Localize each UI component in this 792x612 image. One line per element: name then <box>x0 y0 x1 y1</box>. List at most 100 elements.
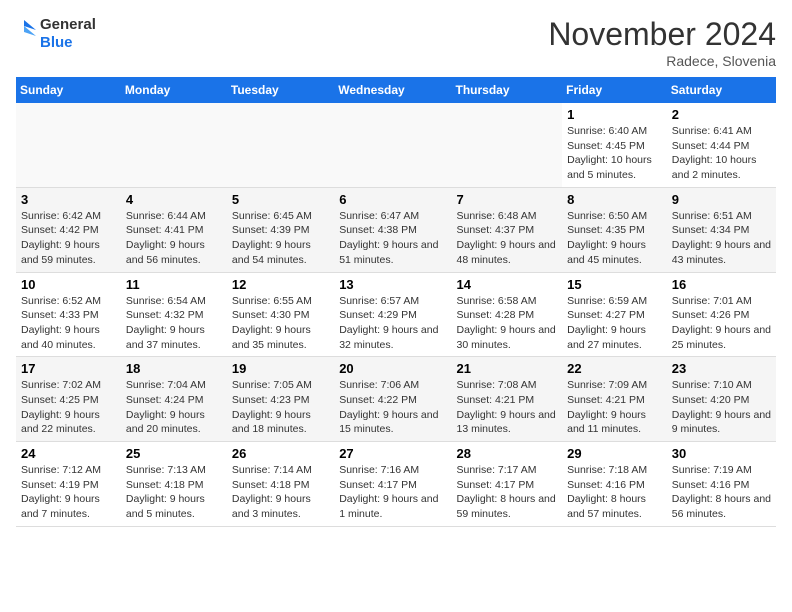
page-header: General Blue November 2024 Radece, Slove… <box>16 16 776 69</box>
day-number: 30 <box>672 446 771 461</box>
day-info: Sunrise: 7:05 AM Sunset: 4:23 PM Dayligh… <box>232 378 329 437</box>
calendar-cell: 13Sunrise: 6:57 AM Sunset: 4:29 PM Dayli… <box>334 272 451 357</box>
day-number: 24 <box>21 446 116 461</box>
calendar-cell <box>334 103 451 187</box>
calendar-cell: 19Sunrise: 7:05 AM Sunset: 4:23 PM Dayli… <box>227 357 334 442</box>
day-info: Sunrise: 6:58 AM Sunset: 4:28 PM Dayligh… <box>456 294 557 353</box>
day-info: Sunrise: 7:17 AM Sunset: 4:17 PM Dayligh… <box>456 463 557 522</box>
calendar-cell: 8 Sunrise: 6:50 AM Sunset: 4:35 PM Daylig… <box>562 187 667 272</box>
logo-text: General Blue <box>40 16 96 52</box>
calendar-cell: 20 Sunrise: 7:06 AM Sunset: 4:22 PM Dayli… <box>334 357 451 442</box>
day-info: Sunrise: 7:09 AM Sunset: 4:21 PM Dayligh… <box>567 378 662 437</box>
day-info: Sunrise: 7:12 AM Sunset: 4:19 PM Dayligh… <box>21 463 116 522</box>
day-info: Sunrise: 7:14 AM Sunset: 4:18 PM Dayligh… <box>232 463 329 522</box>
day-info: Sunrise: 6:42 AM Sunset: 4:42 PM Dayligh… <box>21 209 116 268</box>
day-info: Sunrise: 6:50 AM Sunset: 4:35 PM Dayligh… <box>567 209 662 268</box>
day-number: 22 <box>567 361 662 376</box>
week-row-3: 10 Sunrise: 6:52 AM Sunset: 4:33 PM Dayli… <box>16 272 776 357</box>
day-info: Sunrise: 7:01 AM Sunset: 4:26 PM Dayligh… <box>672 294 771 353</box>
week-row-1: 1 Sunrise: 6:40 AM Sunset: 4:45 PM Daylig… <box>16 103 776 187</box>
calendar-cell: 17 Sunrise: 7:02 AM Sunset: 4:25 PM Dayli… <box>16 357 121 442</box>
day-number: 1 <box>567 107 662 122</box>
day-info: Sunrise: 6:52 AM Sunset: 4:33 PM Dayligh… <box>21 294 116 353</box>
calendar-table: SundayMondayTuesdayWednesdayThursdayFrid… <box>16 77 776 527</box>
day-info: Sunrise: 7:02 AM Sunset: 4:25 PM Dayligh… <box>21 378 116 437</box>
day-number: 29 <box>567 446 662 461</box>
day-number: 15 <box>567 277 662 292</box>
calendar-cell: 12Sunrise: 6:55 AM Sunset: 4:30 PM Dayli… <box>227 272 334 357</box>
day-info: Sunrise: 6:51 AM Sunset: 4:34 PM Dayligh… <box>672 209 771 268</box>
day-info: Sunrise: 6:57 AM Sunset: 4:29 PM Dayligh… <box>339 294 446 353</box>
day-info: Sunrise: 6:47 AM Sunset: 4:38 PM Dayligh… <box>339 209 446 268</box>
calendar-cell: 27 Sunrise: 7:16 AM Sunset: 4:17 PM Dayli… <box>334 442 451 527</box>
week-row-2: 3Sunrise: 6:42 AM Sunset: 4:42 PM Daylig… <box>16 187 776 272</box>
location: Radece, Slovenia <box>548 53 776 69</box>
day-info: Sunrise: 7:18 AM Sunset: 4:16 PM Dayligh… <box>567 463 662 522</box>
day-info: Sunrise: 7:16 AM Sunset: 4:17 PM Dayligh… <box>339 463 446 522</box>
day-number: 11 <box>126 277 222 292</box>
weekday-header-saturday: Saturday <box>667 77 776 103</box>
day-number: 27 <box>339 446 446 461</box>
calendar-cell: 15 Sunrise: 6:59 AM Sunset: 4:27 PM Dayli… <box>562 272 667 357</box>
month-title: November 2024 <box>548 16 776 53</box>
day-info: Sunrise: 6:55 AM Sunset: 4:30 PM Dayligh… <box>232 294 329 353</box>
calendar-cell <box>227 103 334 187</box>
day-number: 10 <box>21 277 116 292</box>
day-number: 16 <box>672 277 771 292</box>
weekday-header-wednesday: Wednesday <box>334 77 451 103</box>
day-info: Sunrise: 6:45 AM Sunset: 4:39 PM Dayligh… <box>232 209 329 268</box>
day-info: Sunrise: 6:44 AM Sunset: 4:41 PM Dayligh… <box>126 209 222 268</box>
day-number: 28 <box>456 446 557 461</box>
logo-wrapper: General Blue <box>16 16 96 52</box>
day-info: Sunrise: 7:10 AM Sunset: 4:20 PM Dayligh… <box>672 378 771 437</box>
day-info: Sunrise: 6:40 AM Sunset: 4:45 PM Dayligh… <box>567 124 662 183</box>
calendar-cell: 30Sunrise: 7:19 AM Sunset: 4:16 PM Dayli… <box>667 442 776 527</box>
calendar-cell: 28 Sunrise: 7:17 AM Sunset: 4:17 PM Dayli… <box>451 442 562 527</box>
weekday-header-sunday: Sunday <box>16 77 121 103</box>
day-info: Sunrise: 6:54 AM Sunset: 4:32 PM Dayligh… <box>126 294 222 353</box>
calendar-cell: 29 Sunrise: 7:18 AM Sunset: 4:16 PM Dayli… <box>562 442 667 527</box>
day-info: Sunrise: 6:41 AM Sunset: 4:44 PM Dayligh… <box>672 124 771 183</box>
week-row-4: 17 Sunrise: 7:02 AM Sunset: 4:25 PM Dayli… <box>16 357 776 442</box>
day-info: Sunrise: 6:59 AM Sunset: 4:27 PM Dayligh… <box>567 294 662 353</box>
calendar-cell: 23 Sunrise: 7:10 AM Sunset: 4:20 PM Dayli… <box>667 357 776 442</box>
calendar-cell <box>16 103 121 187</box>
day-number: 20 <box>339 361 446 376</box>
day-info: Sunrise: 7:13 AM Sunset: 4:18 PM Dayligh… <box>126 463 222 522</box>
day-number: 4 <box>126 192 222 207</box>
calendar-cell: 11 Sunrise: 6:54 AM Sunset: 4:32 PM Dayli… <box>121 272 227 357</box>
day-number: 23 <box>672 361 771 376</box>
day-number: 8 <box>567 192 662 207</box>
day-number: 17 <box>21 361 116 376</box>
calendar-cell: 21 Sunrise: 7:08 AM Sunset: 4:21 PM Dayli… <box>451 357 562 442</box>
weekday-header-friday: Friday <box>562 77 667 103</box>
logo-bird-icon <box>16 16 38 52</box>
calendar-cell: 26 Sunrise: 7:14 AM Sunset: 4:18 PM Dayli… <box>227 442 334 527</box>
calendar-cell: 6 Sunrise: 6:47 AM Sunset: 4:38 PM Daylig… <box>334 187 451 272</box>
day-number: 18 <box>126 361 222 376</box>
calendar-header-row: SundayMondayTuesdayWednesdayThursdayFrid… <box>16 77 776 103</box>
calendar-cell: 1 Sunrise: 6:40 AM Sunset: 4:45 PM Daylig… <box>562 103 667 187</box>
day-number: 26 <box>232 446 329 461</box>
day-number: 6 <box>339 192 446 207</box>
day-info: Sunrise: 7:08 AM Sunset: 4:21 PM Dayligh… <box>456 378 557 437</box>
calendar-cell: 7Sunrise: 6:48 AM Sunset: 4:37 PM Daylig… <box>451 187 562 272</box>
logo-blue-text: Blue <box>40 34 96 52</box>
logo-general-text: General <box>40 16 96 34</box>
calendar-cell: 2 Sunrise: 6:41 AM Sunset: 4:44 PM Daylig… <box>667 103 776 187</box>
calendar-cell: 22 Sunrise: 7:09 AM Sunset: 4:21 PM Dayli… <box>562 357 667 442</box>
day-number: 2 <box>672 107 771 122</box>
day-info: Sunrise: 7:06 AM Sunset: 4:22 PM Dayligh… <box>339 378 446 437</box>
day-number: 14 <box>456 277 557 292</box>
day-number: 21 <box>456 361 557 376</box>
calendar-cell: 25Sunrise: 7:13 AM Sunset: 4:18 PM Dayli… <box>121 442 227 527</box>
weekday-header-monday: Monday <box>121 77 227 103</box>
calendar-cell: 5Sunrise: 6:45 AM Sunset: 4:39 PM Daylig… <box>227 187 334 272</box>
title-block: November 2024 Radece, Slovenia <box>548 16 776 69</box>
calendar-cell: 9 Sunrise: 6:51 AM Sunset: 4:34 PM Daylig… <box>667 187 776 272</box>
logo: General Blue <box>16 16 96 52</box>
day-info: Sunrise: 7:04 AM Sunset: 4:24 PM Dayligh… <box>126 378 222 437</box>
day-number: 9 <box>672 192 771 207</box>
weekday-header-thursday: Thursday <box>451 77 562 103</box>
calendar-cell <box>451 103 562 187</box>
